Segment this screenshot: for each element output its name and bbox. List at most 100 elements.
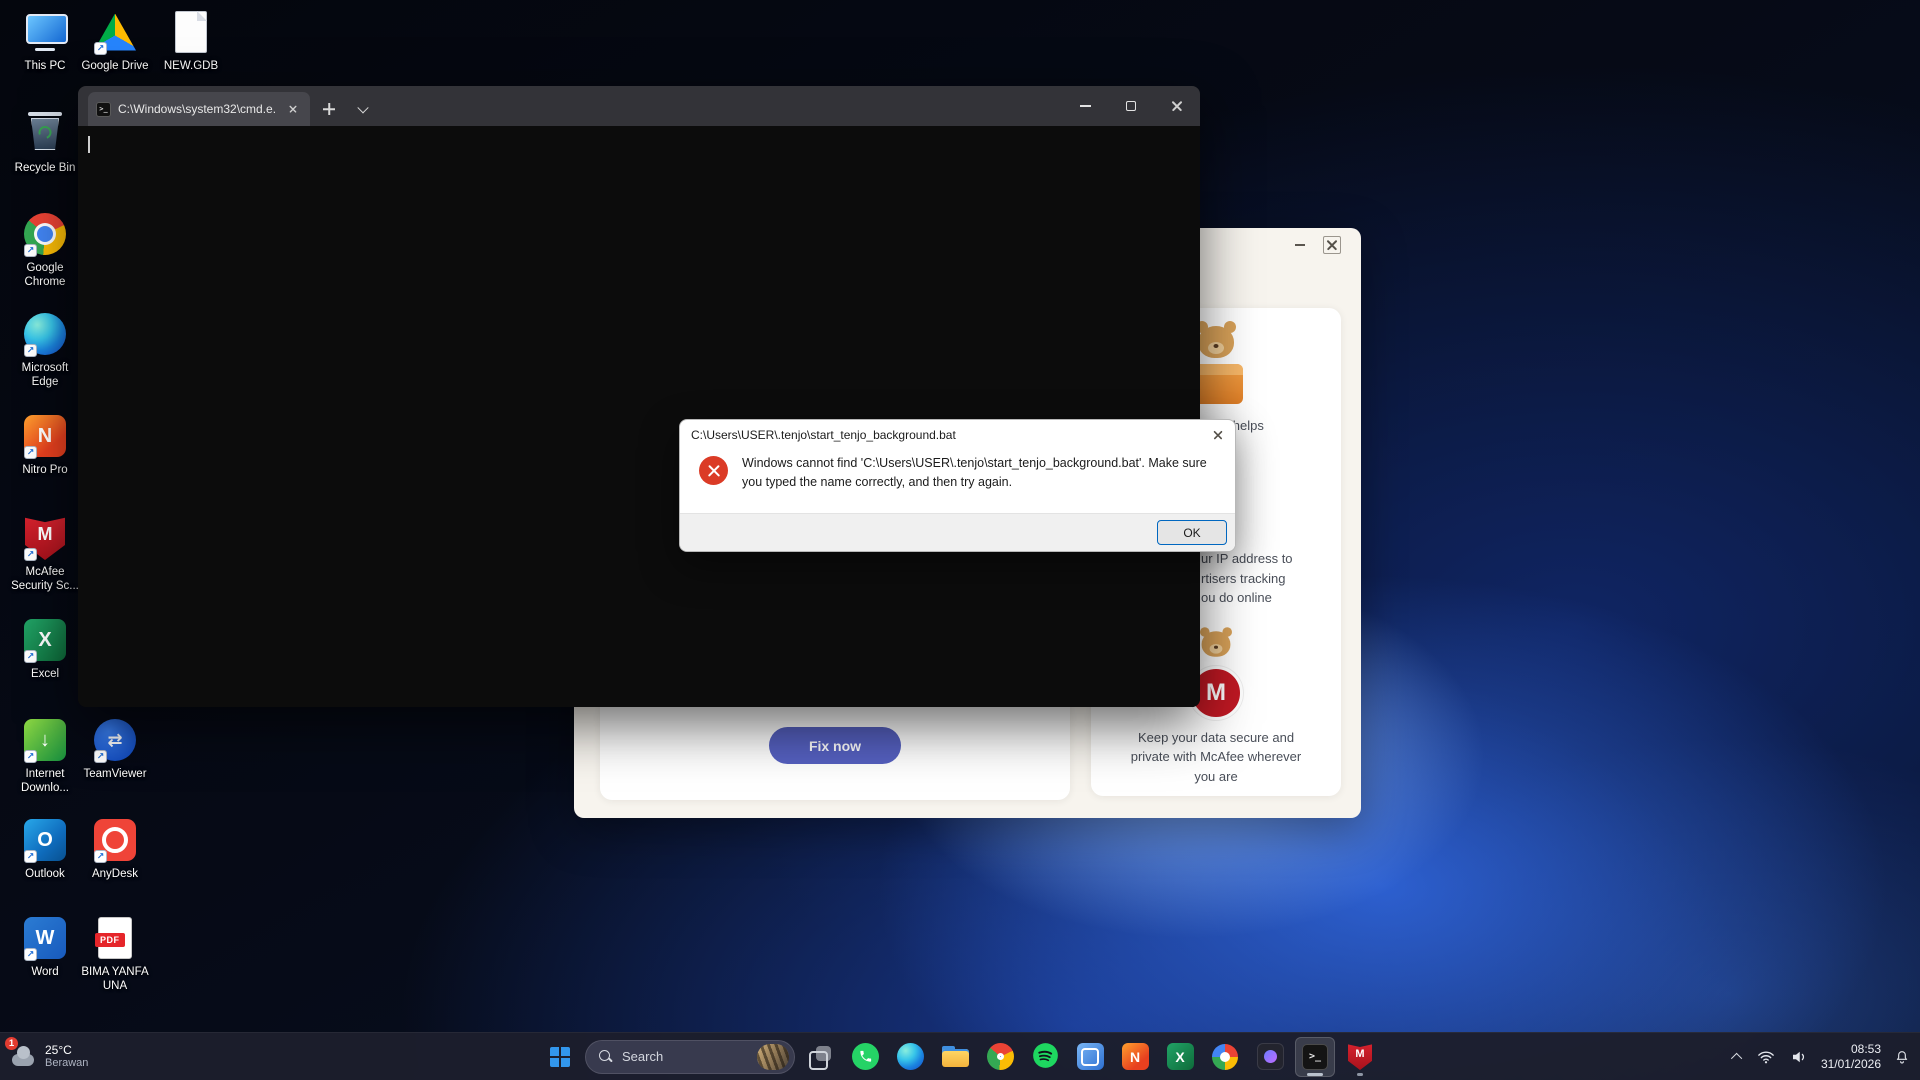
nitro-button[interactable]: N — [1115, 1037, 1155, 1077]
new-tab-button[interactable] — [314, 94, 344, 124]
terminal-tab-title: C:\Windows\system32\cmd.e... — [118, 102, 277, 116]
maximize-button[interactable] — [1108, 86, 1154, 126]
search-placeholder: Search — [622, 1049, 748, 1064]
close-button[interactable] — [1154, 86, 1200, 126]
desktop-icon-recycle-bin[interactable]: Recycle Bin — [2, 110, 88, 175]
promo-text-line: rtisers tracking — [1201, 569, 1327, 589]
dialog-title: C:\Users\USER\.tenjo\start_tenjo_backgro… — [691, 428, 1201, 442]
shortcut-arrow-icon — [94, 750, 107, 763]
desktop-icon-bima-pdf[interactable]: PDF BIMA YANFA UNA — [72, 914, 158, 994]
task-view-icon — [808, 1045, 832, 1069]
terminal-content[interactable] — [78, 126, 1200, 707]
bear-muzzle — [1208, 342, 1224, 354]
bear-figure — [1198, 628, 1233, 660]
cmd-prompt-glyph: >_ — [99, 106, 107, 113]
tray-time: 08:53 — [1821, 1042, 1881, 1057]
bear-figure — [1194, 322, 1238, 362]
tray-chevron-button[interactable] — [1732, 1051, 1744, 1063]
shortcut-arrow-icon — [24, 548, 37, 561]
desktop-icon-label: AnyDesk — [92, 867, 138, 881]
speaker-icon — [1790, 1048, 1808, 1066]
spotify-button[interactable] — [1025, 1037, 1065, 1077]
notification-button[interactable] — [1892, 1047, 1912, 1067]
desktop-icon-teamviewer[interactable]: ⇄ TeamViewer — [72, 716, 158, 781]
desktop-icon-google-drive[interactable]: Google Drive — [72, 8, 158, 73]
shortcut-arrow-icon — [94, 850, 107, 863]
minimize-button[interactable] — [1062, 86, 1108, 126]
terminal-tab[interactable]: >_ C:\Windows\system32\cmd.e... — [88, 92, 310, 126]
promo-text-3: Keep your data secure and private with M… — [1125, 728, 1307, 787]
this-pc-icon — [22, 9, 68, 55]
photos-button[interactable] — [1070, 1037, 1110, 1077]
dialog-close-icon[interactable] — [1201, 420, 1235, 450]
shortcut-arrow-icon — [24, 948, 37, 961]
weather-widget[interactable]: 1 25°C Berawan — [10, 1033, 88, 1080]
desktop-icon-new-gdb[interactable]: NEW.GDB — [148, 8, 234, 73]
volume-button[interactable] — [1788, 1046, 1810, 1068]
whatsapp-icon — [852, 1043, 879, 1070]
file-explorer-button[interactable] — [935, 1037, 975, 1077]
task-view-button[interactable] — [800, 1037, 840, 1077]
mcafee-letter: M — [38, 524, 53, 545]
mcafee-button[interactable]: M — [1340, 1037, 1380, 1077]
promo-text-line: ou do online — [1201, 588, 1327, 608]
search-box[interactable]: Search — [585, 1040, 795, 1074]
file-explorer-icon — [942, 1046, 969, 1067]
outlook-letter: O — [37, 829, 53, 852]
desktop-icon-label: Excel — [31, 667, 59, 681]
spotify-glyph — [1032, 1042, 1059, 1069]
notification-bell-icon — [1894, 1049, 1910, 1065]
dialog-body: Windows cannot find 'C:\Users\USER\.tenj… — [680, 450, 1235, 492]
edge-icon — [897, 1043, 924, 1070]
weather-text: 25°C Berawan — [45, 1043, 88, 1071]
minimize-icon[interactable] — [1291, 236, 1309, 254]
desktop-icon-label: NEW.GDB — [164, 59, 218, 73]
desktop-icon-label: BIMA YANFA UNA — [77, 965, 153, 994]
desktop-icon-label: Nitro Pro — [22, 463, 67, 477]
network-button[interactable] — [1755, 1046, 1777, 1068]
desktop-icon-nitro-pro[interactable]: N Nitro Pro — [2, 412, 88, 477]
media-app-button[interactable] — [1250, 1037, 1290, 1077]
excel-icon: X — [1167, 1043, 1194, 1070]
desktop-icon-mcafee[interactable]: M McAfee Security Sc... — [2, 514, 88, 594]
edge-button[interactable] — [890, 1037, 930, 1077]
terminal-icon: >_ — [1302, 1044, 1328, 1070]
whatsapp-button[interactable] — [845, 1037, 885, 1077]
document-file-icon — [175, 11, 207, 53]
weather-icon: 1 — [10, 1044, 36, 1070]
shortcut-arrow-icon — [24, 850, 37, 863]
shortcut-arrow-icon — [24, 244, 37, 257]
desktop-icon-google-chrome[interactable]: Google Chrome — [2, 210, 88, 290]
chrome-button[interactable] — [980, 1037, 1020, 1077]
excel-button[interactable]: X — [1160, 1037, 1200, 1077]
shortcut-arrow-icon — [94, 42, 107, 55]
desktop-icon-microsoft-edge[interactable]: Microsoft Edge — [2, 310, 88, 390]
close-glyph — [289, 105, 297, 113]
weather-temperature: 25°C — [45, 1043, 88, 1057]
wifi-icon — [1757, 1048, 1775, 1066]
search-daily-image[interactable] — [757, 1044, 789, 1070]
search-icon — [599, 1050, 613, 1064]
chrome-icon — [987, 1043, 1014, 1070]
cmd-icon: >_ — [96, 102, 111, 117]
dialog-message: Windows cannot find 'C:\Users\USER\.tenj… — [742, 454, 1210, 492]
desktop-icon-anydesk[interactable]: AnyDesk — [72, 816, 158, 881]
tab-dropdown-button[interactable] — [348, 94, 378, 124]
phone-glyph — [858, 1049, 873, 1064]
nitro-letter: N — [38, 425, 52, 448]
ok-button[interactable]: OK — [1157, 520, 1227, 545]
error-dialog: C:\Users\USER\.tenjo\start_tenjo_backgro… — [679, 419, 1236, 552]
recycle-bin-lid — [28, 112, 62, 116]
fix-now-button[interactable]: Fix now — [769, 727, 901, 764]
desktop-icon-excel[interactable]: X Excel — [2, 616, 88, 681]
clock-widget[interactable]: 08:53 31/01/2026 — [1821, 1042, 1881, 1072]
tab-close-icon[interactable] — [284, 100, 302, 118]
google-app-button[interactable] — [1205, 1037, 1245, 1077]
close-icon[interactable] — [1323, 236, 1341, 254]
maximize-glyph — [1126, 101, 1136, 111]
close-glyph — [1326, 239, 1338, 251]
system-tray: 08:53 31/01/2026 — [1732, 1033, 1912, 1080]
start-button[interactable] — [540, 1037, 580, 1077]
media-app-icon — [1257, 1043, 1284, 1070]
terminal-button[interactable]: >_ — [1295, 1037, 1335, 1077]
